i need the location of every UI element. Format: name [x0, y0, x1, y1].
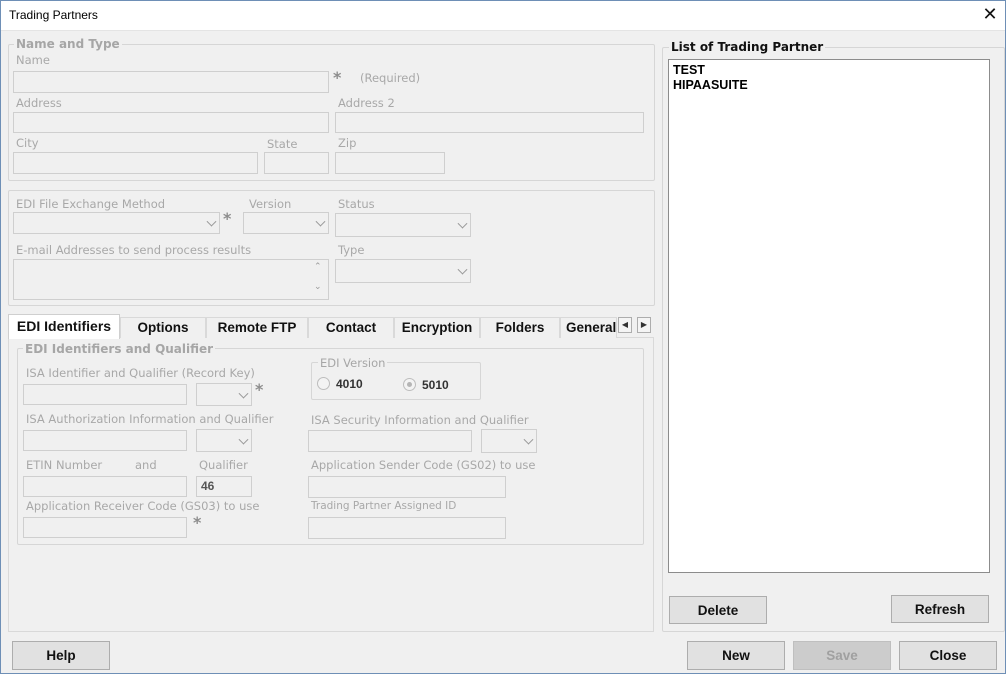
etin-number-field[interactable]	[23, 476, 187, 497]
version-select[interactable]	[243, 212, 329, 234]
exchange-method-label: EDI File Exchange Method	[16, 197, 166, 211]
address2-label: Address 2	[338, 96, 395, 110]
etin-and-label: and	[135, 458, 157, 472]
zip-field[interactable]	[335, 152, 445, 174]
isa-security-qualifier-select[interactable]	[481, 429, 537, 453]
partner-listbox[interactable]: TEST HIPAASUITE	[668, 59, 990, 573]
isa-identifier-label: ISA Identifier and Qualifier (Record Key…	[26, 366, 255, 380]
chevron-down-icon	[457, 264, 468, 275]
etin-number-label: ETIN Number	[26, 458, 103, 472]
sender-code-label: Application Sender Code (GS02) to use	[311, 458, 536, 472]
isa-auth-label: ISA Authorization Information and Qualif…	[26, 412, 274, 426]
receiver-code-label: Application Receiver Code (GS03) to use	[26, 499, 260, 513]
name-and-type-legend: Name and Type	[14, 37, 122, 51]
list-item[interactable]: TEST	[673, 63, 705, 77]
city-field[interactable]	[13, 152, 258, 174]
close-button[interactable]: Close	[899, 641, 997, 670]
isa-identifier-required-marker: *	[255, 380, 264, 399]
version-4010-label: 4010	[336, 377, 363, 391]
name-field[interactable]	[13, 71, 329, 93]
type-select[interactable]	[335, 259, 471, 283]
address-field[interactable]	[13, 112, 329, 133]
etin-qualifier-field[interactable]: 46	[196, 476, 252, 497]
partner-list-legend: List of Trading Partner	[669, 40, 826, 54]
edi-version-legend: EDI Version	[318, 356, 388, 370]
isa-auth-qualifier-select[interactable]	[196, 429, 252, 452]
zip-label: Zip	[338, 136, 357, 150]
list-item[interactable]: HIPAASUITE	[673, 78, 748, 92]
isa-auth-field[interactable]	[23, 430, 187, 451]
close-icon[interactable]: ✕	[978, 3, 1002, 27]
receiver-code-required-marker: *	[193, 513, 202, 532]
isa-identifier-field[interactable]	[23, 384, 187, 405]
version-5010-label: 5010	[422, 378, 449, 392]
name-label: Name	[16, 53, 50, 67]
status-select[interactable]	[335, 213, 471, 237]
receiver-code-field[interactable]	[23, 517, 187, 538]
tab-encryption[interactable]: Encryption	[394, 317, 480, 338]
refresh-button[interactable]: Refresh	[891, 595, 989, 623]
chevron-down-icon	[457, 218, 468, 229]
help-button[interactable]: Help	[12, 641, 110, 670]
tab-scroll-right-icon[interactable]: ▶	[637, 317, 651, 333]
email-label: E-mail Addresses to send process results	[16, 243, 252, 257]
state-field[interactable]	[264, 152, 329, 174]
chevron-down-icon	[238, 434, 249, 445]
version-5010-radio[interactable]	[403, 378, 416, 391]
version-4010-radio[interactable]	[317, 377, 330, 390]
tab-contact[interactable]: Contact	[308, 317, 394, 338]
state-label: State	[267, 137, 298, 151]
address2-field[interactable]	[335, 112, 644, 133]
tab-edi-identifiers[interactable]: EDI Identifiers	[8, 314, 120, 339]
status-label: Status	[338, 197, 375, 211]
tab-general[interactable]: General	[560, 317, 617, 338]
tab-remote-ftp[interactable]: Remote FTP	[206, 317, 308, 338]
address-label: Address	[16, 96, 62, 110]
window-title: Trading Partners	[9, 8, 98, 22]
tp-assigned-id-field[interactable]	[308, 517, 506, 539]
city-label: City	[16, 136, 39, 150]
tab-options[interactable]: Options	[120, 317, 206, 338]
title-bar: Trading Partners ✕	[0, 0, 1006, 31]
chevron-down-icon	[238, 388, 249, 399]
chevron-down-icon	[315, 216, 326, 227]
chevron-down-icon	[206, 216, 217, 227]
tp-assigned-id-label: Trading Partner Assigned ID	[311, 500, 457, 512]
new-button[interactable]: New	[687, 641, 785, 670]
scroll-up-icon[interactable]: ⌃	[314, 262, 322, 272]
edi-identifiers-legend: EDI Identifiers and Qualifier	[23, 342, 216, 356]
isa-security-label: ISA Security Information and Qualifier	[311, 413, 529, 427]
chevron-down-icon	[523, 434, 534, 445]
tab-scroll-left-icon[interactable]: ◀	[618, 317, 632, 333]
exchange-method-required-marker: *	[223, 209, 232, 228]
qualifier-label: Qualifier	[199, 458, 248, 472]
delete-button[interactable]: Delete	[669, 596, 767, 624]
version-label: Version	[249, 197, 292, 211]
sender-code-field[interactable]	[308, 476, 506, 498]
required-note: (Required)	[360, 71, 421, 85]
save-button[interactable]: Save	[793, 641, 891, 670]
type-label: Type	[338, 243, 365, 257]
scroll-down-icon[interactable]: ⌄	[314, 282, 322, 292]
isa-identifier-qualifier-select[interactable]	[196, 383, 252, 406]
exchange-method-select[interactable]	[13, 212, 220, 234]
name-required-marker: *	[333, 68, 342, 87]
email-textarea[interactable]: ⌃ ⌄	[13, 259, 329, 300]
isa-security-field[interactable]	[308, 430, 472, 452]
tab-folders[interactable]: Folders	[480, 317, 560, 338]
